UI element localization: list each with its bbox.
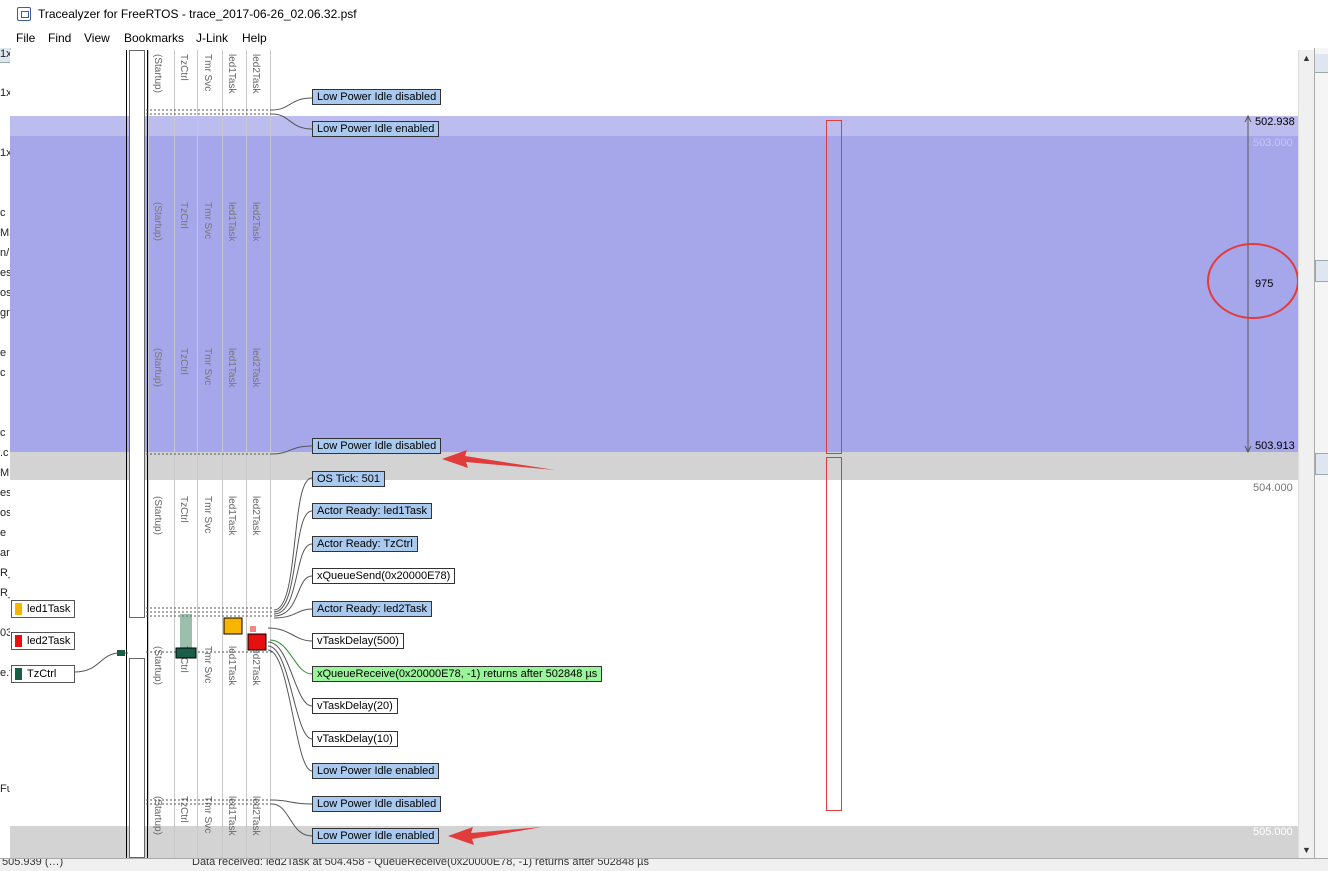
left-panel-text: 1x (0, 147, 10, 159)
right-panel-header (1315, 54, 1328, 73)
timestamp-tick: 503.000 (1253, 137, 1293, 149)
left-panel-text: 1x (0, 87, 10, 99)
menu-find[interactable]: Find (48, 31, 71, 45)
menu-bar: File Find View Bookmarks J-Link Help (10, 30, 1328, 50)
left-panel-text: .c (0, 447, 9, 459)
left-panel-text: M (0, 467, 10, 479)
annotations-overlay (442, 114, 1298, 845)
left-panel-text: es (0, 267, 10, 279)
menu-jlink[interactable]: J-Link (196, 31, 228, 45)
left-panel-text: c (0, 427, 6, 439)
left-panel-text: e (0, 347, 7, 359)
left-panel-text: 1x (0, 48, 10, 60)
left-panel-text: 03 (0, 627, 10, 639)
menu-view[interactable]: View (84, 31, 110, 45)
left-panel-text: R_ (0, 587, 10, 599)
left-panel-text: Fu (0, 783, 10, 795)
left-panel-text: c (0, 207, 6, 219)
timestamp-tick: 505.000 (1253, 826, 1293, 838)
menu-help[interactable]: Help (242, 31, 267, 45)
trace-view[interactable]: (Startup) TzCtrl Tmr Svc led1Task led2Ta… (10, 50, 1298, 858)
right-panel-header (1315, 453, 1328, 475)
left-panel-text: c (0, 367, 6, 379)
vertical-scrollbar[interactable]: ▲ ▼ (1298, 50, 1314, 858)
left-panel-text: e (0, 527, 7, 539)
left-panel-text: R_ (0, 567, 10, 579)
status-right: Data received: led2Task at 504.458 - Que… (192, 858, 649, 868)
left-panel-text: e.f (0, 667, 10, 679)
left-panel-text: MS (0, 227, 10, 239)
title-bar: Tracealyzer for FreeRTOS - trace_2017-06… (0, 0, 1328, 30)
scroll-down-icon[interactable]: ▼ (1299, 842, 1314, 858)
status-bar: 505.939 (…) Data received: led2Task at 5… (0, 858, 1328, 871)
selection-length: 975 (1255, 278, 1274, 290)
left-panel-text: os (0, 507, 10, 519)
left-panel-text: ar (0, 547, 10, 559)
left-panel-text: gr (0, 307, 10, 319)
timestamp-tick: 504.000 (1253, 482, 1293, 494)
left-panel-text: n/ (0, 247, 10, 259)
menu-bookmarks[interactable]: Bookmarks (124, 31, 184, 45)
left-panel-text: os (0, 287, 10, 299)
right-panel-header (1315, 260, 1328, 282)
status-left: 505.939 (…) (2, 858, 64, 868)
scroll-up-icon[interactable]: ▲ (1299, 50, 1314, 66)
app-icon (17, 7, 31, 21)
timestamp-selection-end: 503.913 (1255, 440, 1295, 452)
window-title: Tracealyzer for FreeRTOS - trace_2017-06… (38, 7, 357, 21)
timestamp-selection-start: 502.938 (1255, 116, 1295, 128)
left-panel-text: es (0, 487, 10, 499)
menu-file[interactable]: File (16, 31, 35, 45)
right-panel-clipped (1314, 48, 1328, 858)
